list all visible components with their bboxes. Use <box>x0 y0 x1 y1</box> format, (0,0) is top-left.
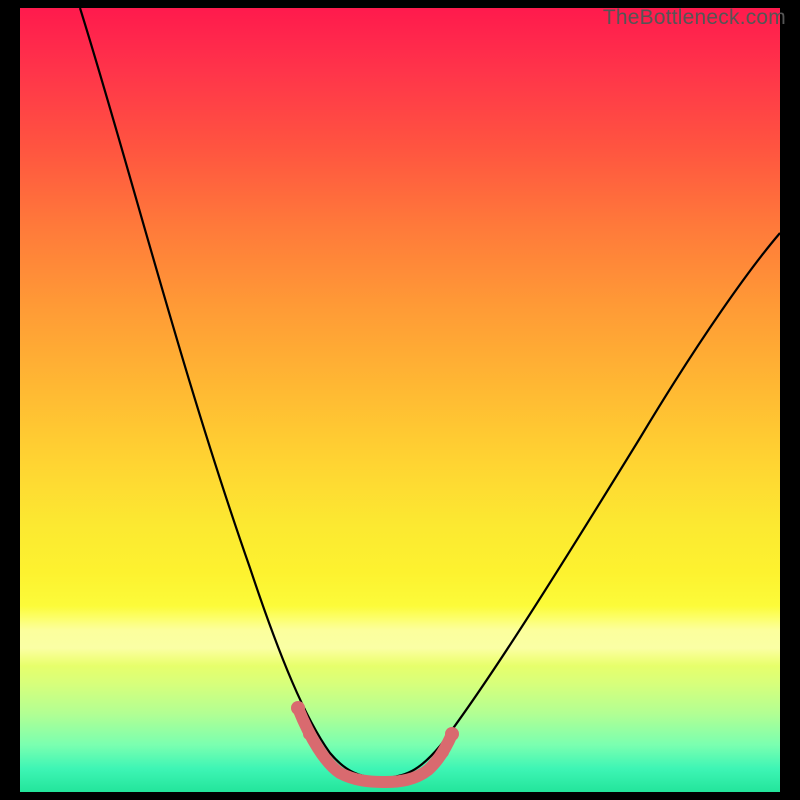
plot-area <box>20 8 780 792</box>
bottleneck-curve-path <box>80 8 780 778</box>
chart-frame: TheBottleneck.com <box>0 0 800 800</box>
curve-overlay <box>20 8 780 792</box>
highlight-segment-path <box>298 708 452 782</box>
watermark-text: TheBottleneck.com <box>603 6 786 30</box>
